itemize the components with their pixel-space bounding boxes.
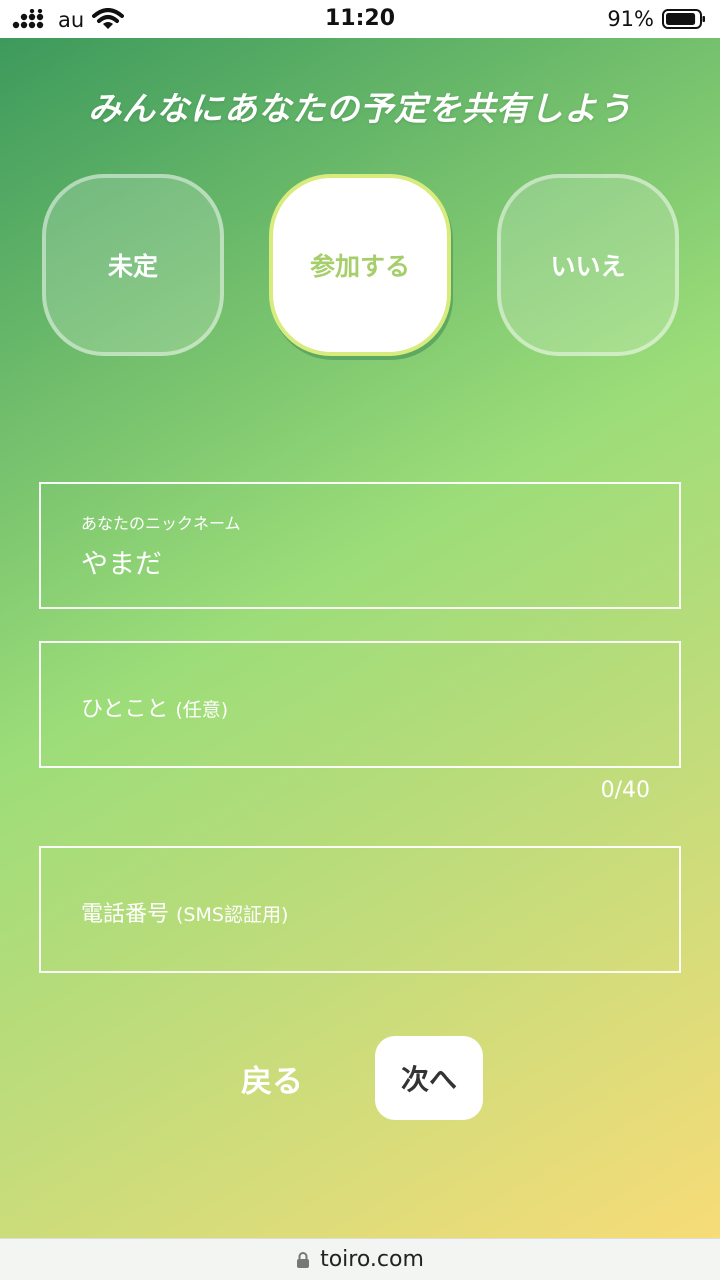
back-button[interactable]: 戻る xyxy=(222,1038,322,1118)
battery-percent: 91% xyxy=(607,7,654,31)
battery-icon xyxy=(662,9,705,29)
lock-icon xyxy=(297,1251,310,1268)
url-text: toiro.com xyxy=(320,1247,424,1272)
phone-placeholder: 電話番号 (SMS認証用) xyxy=(81,902,289,927)
url-bar[interactable]: toiro.com xyxy=(0,1238,720,1280)
next-button[interactable]: 次へ xyxy=(375,1036,483,1120)
comment-counter: 0/40 xyxy=(600,778,650,803)
choice-no-button[interactable]: いいえ xyxy=(497,174,679,356)
nickname-label: あなたのニックネーム xyxy=(81,514,241,533)
comment-field[interactable]: ひとこと (任意) xyxy=(39,641,681,768)
page-title: みんなにあなたの予定を共有しよう xyxy=(88,89,632,128)
main-panel: みんなにあなたの予定を共有しよう 未定 参加する いいえ あなたのニックネーム … xyxy=(0,38,720,1238)
choice-attend-button[interactable]: 参加する xyxy=(269,174,451,356)
comment-placeholder: ひとこと (任意) xyxy=(81,697,229,722)
nickname-value: やまだ xyxy=(81,549,162,580)
phone-field[interactable]: 電話番号 (SMS認証用) xyxy=(39,846,681,973)
nickname-field[interactable]: あなたのニックネーム やまだ xyxy=(39,482,681,609)
status-bar: au 11:20 91% xyxy=(0,0,720,38)
choice-undecided-button[interactable]: 未定 xyxy=(42,174,224,356)
